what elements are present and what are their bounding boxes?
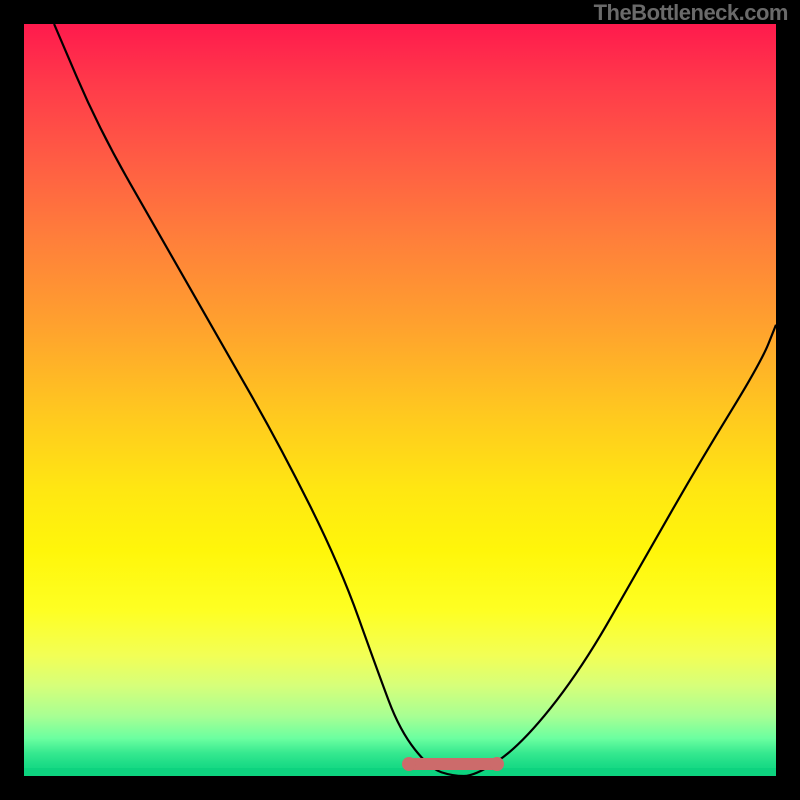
chart-curve-svg — [24, 24, 776, 776]
watermark-text: TheBottleneck.com — [594, 0, 788, 26]
bottleneck-curve-line — [54, 24, 776, 776]
optimal-range-end-dot — [490, 757, 504, 771]
optimal-range-start-dot — [402, 757, 416, 771]
chart-plot-area — [24, 24, 776, 776]
optimal-range-marker — [408, 758, 498, 770]
